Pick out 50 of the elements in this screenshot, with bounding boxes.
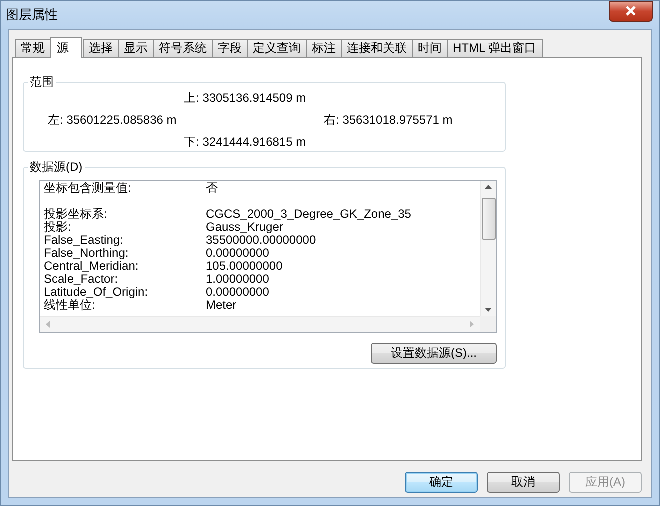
scrollbar-corner xyxy=(480,316,496,332)
properties-list[interactable] xyxy=(39,180,497,333)
tab[interactable]: 字段 xyxy=(212,39,248,57)
group-title: 数据源(D) xyxy=(28,160,85,174)
set-data-source-button[interactable]: 设置数据源(S)... xyxy=(371,343,497,364)
property-name: 投影: xyxy=(44,221,72,234)
group-title: 范围 xyxy=(28,75,56,89)
tab[interactable]: 时间 xyxy=(412,39,448,57)
dialog-button[interactable]: 确定 xyxy=(405,472,478,493)
property-name: Central_Meridian: xyxy=(44,260,140,273)
right-extent: 右: 35631018.975571 m xyxy=(324,112,453,126)
bottom-extent: 下: 3241444.916815 m xyxy=(184,134,308,150)
property-value: 否 xyxy=(206,182,218,195)
down-arrow-icon[interactable] xyxy=(485,308,492,312)
vertical-scrollbar[interactable] xyxy=(480,181,496,316)
property-value: Gauss_Kruger xyxy=(206,221,284,234)
property-value: 105.00000000 xyxy=(206,260,283,273)
left-arrow-icon[interactable] xyxy=(46,321,50,328)
left-extent: 左: 35601225.085836 m xyxy=(48,112,177,126)
property-name: 线性单位: xyxy=(44,299,96,312)
close-button[interactable] xyxy=(609,0,653,22)
property-name: Latitude_Of_Origin: xyxy=(44,286,150,299)
property-name: False_Northing: xyxy=(44,247,130,260)
property-value: 1.00000000 xyxy=(206,273,270,286)
right-arrow-icon[interactable] xyxy=(470,321,474,328)
property-name: 投影坐标系: xyxy=(44,208,108,221)
dialog-button[interactable]: 取消 xyxy=(487,472,560,493)
property-name: 坐标包含测量值: xyxy=(44,182,132,195)
tab[interactable]: 源 xyxy=(50,37,82,58)
property-name: Scale_Factor: xyxy=(44,273,118,286)
tab[interactable]: HTML 弹出窗口 xyxy=(447,39,543,57)
up-arrow-icon[interactable] xyxy=(485,185,492,189)
property-value: 0.00000000 xyxy=(206,286,270,299)
tab[interactable]: 常规 xyxy=(15,39,51,57)
property-value: Meter xyxy=(206,299,237,312)
tab[interactable]: 选择 xyxy=(83,39,119,57)
tab[interactable]: 符号系统 xyxy=(153,39,213,57)
scrollbar-thumb[interactable] xyxy=(482,198,496,240)
property-value: CGCS_2000_3_Degree_GK_Zone_35 xyxy=(206,208,412,221)
tab[interactable]: 定义查询 xyxy=(247,39,307,57)
tab[interactable]: 标注 xyxy=(306,39,342,57)
horizontal-scrollbar[interactable] xyxy=(40,316,480,332)
tab[interactable]: 显示 xyxy=(118,39,154,57)
close-icon xyxy=(625,6,637,16)
property-value: 35500000.00000000 xyxy=(206,234,316,247)
property-name: False_Easting: xyxy=(44,234,124,247)
window-title: 图层属性 xyxy=(6,6,58,24)
property-value: 0.00000000 xyxy=(206,247,270,260)
tab[interactable]: 连接和关联 xyxy=(341,39,413,57)
top-extent: 上: 3305136.914509 m xyxy=(184,90,308,106)
